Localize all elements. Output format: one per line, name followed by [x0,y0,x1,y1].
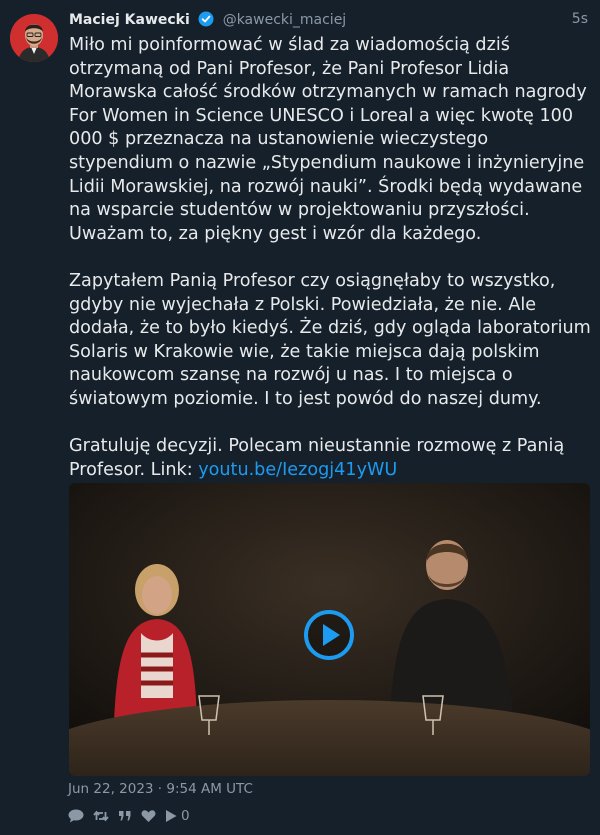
tweet-paragraph: Gratuluję decyzji. Polecam nieustannie r… [69,435,592,482]
tweet-text: Miło mi poinformować w ślad za wiadomośc… [69,34,592,482]
heart-icon [141,810,156,822]
retweet-icon [93,810,109,822]
avatar[interactable] [10,14,58,62]
reply-icon [68,809,84,823]
author-handle[interactable]: @kawecki_maciej [223,12,347,28]
tweet-header: Maciej Kawecki @kawecki_maciej 5s [69,11,588,31]
play-button[interactable] [303,609,355,661]
tweet: Maciej Kawecki @kawecki_maciej 5s Miło m… [0,0,600,835]
views-play-icon [166,810,177,822]
relative-timestamp[interactable]: 5s [572,11,588,27]
quote-button[interactable] [118,809,132,823]
quote-icon [119,811,131,821]
tweet-paragraph: Zapytałem Panią Profesor czy osiągnęłaby… [69,270,591,409]
play-icon [304,610,354,660]
video-thumbnail[interactable] [69,483,590,776]
verified-badge-icon [198,11,214,31]
like-button[interactable] [141,809,156,823]
youtube-link[interactable]: youtu.be/Iezogj41yWU [198,460,397,480]
retweet-button[interactable] [93,809,109,823]
author-name[interactable]: Maciej Kawecki [69,12,190,28]
views-count: 0 [181,808,190,824]
views-button[interactable]: 0 [165,808,190,824]
action-bar: 0 [68,806,199,826]
tweet-date[interactable]: Jun 22, 2023 · 9:54 AM UTC [68,781,253,797]
tweet-paragraph: Miło mi poinformować w ślad za wiadomośc… [69,35,587,244]
reply-button[interactable] [68,809,84,823]
